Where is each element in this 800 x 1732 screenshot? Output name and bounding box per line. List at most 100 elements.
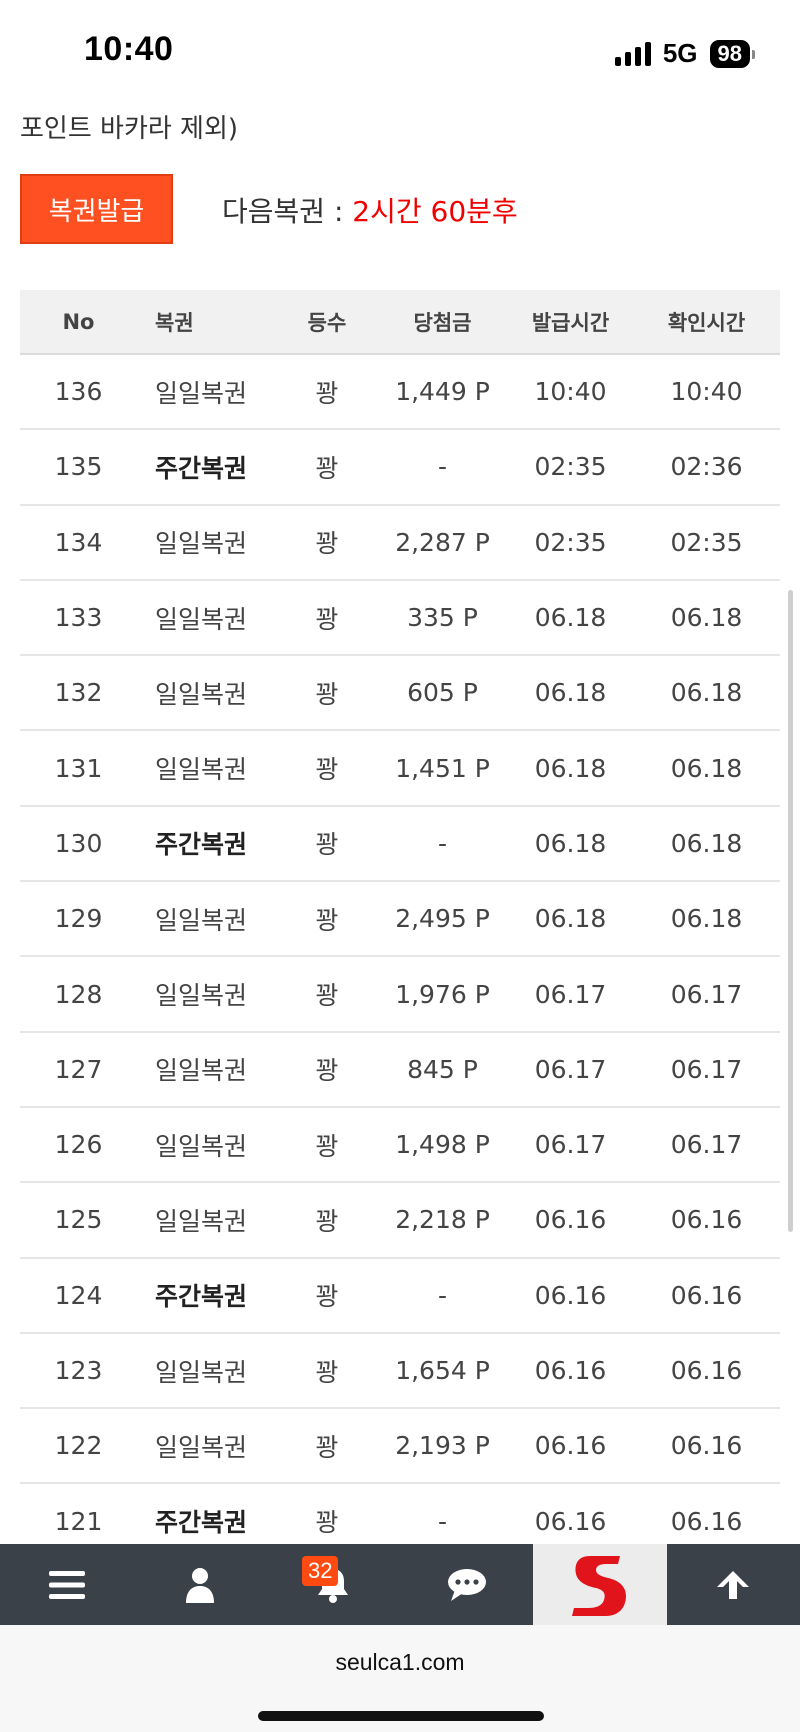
cell-checked-time: 06.18 xyxy=(670,603,743,633)
issue-lottery-button[interactable]: 복권발급 xyxy=(20,174,173,244)
user-icon xyxy=(185,1567,214,1603)
cell-checked-time: 02:36 xyxy=(670,452,743,482)
cell-lottery: 일일복권 xyxy=(155,1357,248,1387)
table-row: 132 일일복권 꽝 605 P 06.18 06.18 xyxy=(20,655,780,731)
cell-rank: 꽝 xyxy=(315,830,339,860)
cell-prize: 845 P xyxy=(407,1054,478,1084)
cell-issued-time: 02:35 xyxy=(534,527,607,557)
cell-prize: - xyxy=(437,1506,448,1536)
table-row: 126 일일복권 꽝 1,498 P 06.17 06.17 xyxy=(20,1107,780,1183)
cell-issued-time: 06.18 xyxy=(534,603,607,633)
cell-prize: 2,218 P xyxy=(395,1205,490,1235)
cell-checked-time: 10:40 xyxy=(670,377,743,407)
cell-no: 132 xyxy=(54,678,103,708)
cell-checked-time: 06.17 xyxy=(670,1130,743,1160)
nav-scroll-top-button[interactable] xyxy=(667,1544,800,1625)
cell-no: 124 xyxy=(54,1280,103,1310)
cell-rank: 꽝 xyxy=(315,1357,339,1387)
notice-text: 포인트 바카라 제외) xyxy=(20,114,239,144)
chat-icon xyxy=(447,1568,486,1601)
cell-issued-time: 02:35 xyxy=(534,452,607,482)
table-row: 135 주간복권 꽝 - 02:35 02:36 xyxy=(20,429,780,505)
table-row: 124 주간복권 꽝 - 06.16 06.16 xyxy=(20,1258,780,1333)
nav-menu-button[interactable] xyxy=(0,1544,133,1625)
table-row: 131 일일복권 꽝 1,451 P 06.18 06.18 xyxy=(20,730,780,806)
cell-issued-time: 06.18 xyxy=(534,828,607,858)
cell-rank: 꽝 xyxy=(315,981,339,1011)
cell-no: 126 xyxy=(54,1130,103,1160)
cell-issued-time: 06.18 xyxy=(534,904,607,934)
table-row: 128 일일복권 꽝 1,976 P 06.17 06.17 xyxy=(20,956,780,1032)
next-lottery-label: 다음복권 : xyxy=(222,195,353,228)
cell-issued-time: 06.16 xyxy=(534,1431,607,1461)
table-header: No 복권 등수 당첨금 발급시간 확인시간 xyxy=(20,290,780,354)
table-row: 133 일일복권 꽝 335 P 06.18 06.18 xyxy=(20,580,780,656)
scrollbar[interactable] xyxy=(788,590,793,1232)
home-indicator[interactable] xyxy=(258,1711,544,1721)
table-row: 127 일일복권 꽝 845 P 06.17 06.17 xyxy=(20,1032,780,1107)
cell-rank: 꽝 xyxy=(315,529,339,559)
cell-lottery: 일일복권 xyxy=(155,1131,248,1161)
status-indicators: 5G 98 xyxy=(614,38,756,69)
cell-no: 131 xyxy=(54,753,103,783)
table-row: 122 일일복권 꽝 2,193 P 06.16 06.16 xyxy=(20,1408,780,1484)
nav-chat-button[interactable] xyxy=(400,1544,533,1625)
cell-lottery: 일일복권 xyxy=(155,378,248,408)
cell-prize: 2,193 P xyxy=(395,1431,490,1461)
cell-prize: 605 P xyxy=(407,678,478,708)
cell-prize: 2,495 P xyxy=(395,904,490,934)
table-row: 129 일일복권 꽝 2,495 P 06.18 06.18 xyxy=(20,881,780,957)
cell-checked-time: 06.18 xyxy=(670,904,743,934)
cell-checked-time: 06.18 xyxy=(670,753,743,783)
cell-issued-time: 06.16 xyxy=(534,1506,607,1536)
table-row: 121 주간복권 꽝 - 06.16 06.16 xyxy=(20,1483,780,1544)
table-row: 130 주간복권 꽝 - 06.18 06.18 xyxy=(20,806,780,882)
cell-issued-time: 06.18 xyxy=(534,678,607,708)
cell-no: 135 xyxy=(54,452,103,482)
battery-icon: 98 xyxy=(709,39,756,68)
menu-icon xyxy=(48,1570,85,1599)
cell-checked-time: 06.16 xyxy=(670,1356,743,1385)
site-logo xyxy=(571,1555,626,1616)
cell-lottery: 일일복권 xyxy=(155,1432,248,1462)
cell-prize: 2,287 P xyxy=(395,527,490,557)
cell-checked-time: 06.18 xyxy=(670,828,743,858)
cell-lottery: 일일복권 xyxy=(155,755,248,785)
cell-no: 121 xyxy=(54,1506,103,1536)
cell-issued-time: 06.17 xyxy=(534,979,607,1009)
cell-prize: 1,451 P xyxy=(395,753,490,783)
cell-lottery: 일일복권 xyxy=(155,529,248,559)
cell-no: 133 xyxy=(54,603,103,633)
cell-prize: - xyxy=(437,452,448,482)
cell-lottery: 주간복권 xyxy=(155,1508,248,1538)
cell-lottery: 주간복권 xyxy=(155,830,248,860)
cell-issued-time: 06.18 xyxy=(534,753,607,783)
nav-site-logo[interactable] xyxy=(533,1544,667,1625)
cell-checked-time: 06.16 xyxy=(670,1431,743,1461)
nav-user-button[interactable] xyxy=(133,1544,266,1625)
cell-lottery: 일일복권 xyxy=(155,1056,248,1086)
cell-prize: 335 P xyxy=(407,603,478,633)
cell-checked-time: 06.17 xyxy=(670,1054,743,1084)
cell-no: 129 xyxy=(54,904,103,934)
cell-issued-time: 06.17 xyxy=(534,1130,607,1160)
cell-prize: 1,654 P xyxy=(395,1356,490,1385)
cell-no: 130 xyxy=(54,828,103,858)
cell-checked-time: 06.18 xyxy=(670,678,743,708)
cell-lottery: 일일복권 xyxy=(155,679,248,709)
cell-lottery: 일일복권 xyxy=(155,905,248,935)
cell-issued-time: 06.16 xyxy=(534,1280,607,1310)
table-row: 123 일일복권 꽝 1,654 P 06.16 06.16 xyxy=(20,1333,780,1409)
url-text[interactable]: seulca1.com xyxy=(0,1649,800,1676)
header-lottery: 복권 xyxy=(155,310,194,335)
cell-lottery: 주간복권 xyxy=(155,453,248,483)
next-lottery-info: 다음복권 : 2시간 60분후 xyxy=(222,190,518,230)
notification-badge: 32 xyxy=(302,1556,339,1586)
cell-issued-time: 06.16 xyxy=(534,1205,607,1235)
table-row: 136 일일복권 꽝 1,449 P 10:40 10:40 xyxy=(20,354,780,430)
status-bar: 10:40 5G 98 xyxy=(0,0,800,100)
cell-lottery: 일일복권 xyxy=(155,604,248,634)
table-row: 125 일일복권 꽝 2,218 P 06.16 06.16 xyxy=(20,1182,780,1258)
cell-rank: 꽝 xyxy=(315,378,339,408)
table-row: 134 일일복권 꽝 2,287 P 02:35 02:35 xyxy=(20,505,780,580)
